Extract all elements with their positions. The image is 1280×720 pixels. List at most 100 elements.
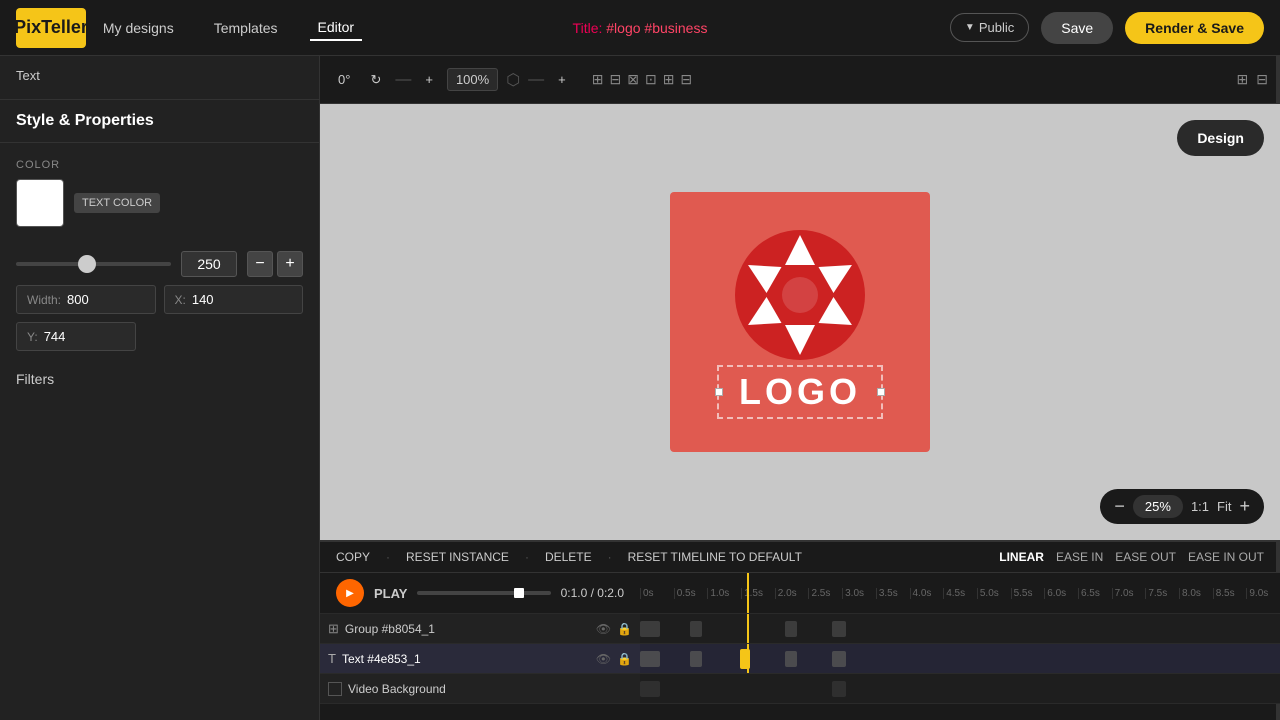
track-text-timeline[interactable] xyxy=(640,644,1280,674)
handle-mr[interactable] xyxy=(877,388,885,396)
logo[interactable]: PixTeller xyxy=(16,8,86,48)
keyframe-block-g1 xyxy=(640,621,660,637)
reset-instance-action[interactable]: RESET INSTANCE xyxy=(406,550,509,564)
timeline-scrubber[interactable] xyxy=(417,591,550,595)
canvas-card[interactable]: LOGO xyxy=(670,192,930,452)
mark-65s: 6.5s xyxy=(1078,588,1112,599)
mark-35s: 3.5s xyxy=(876,588,910,599)
text-section: Text xyxy=(0,56,319,100)
delete-action[interactable]: DELETE xyxy=(545,550,592,564)
zoom-out-button[interactable]: − xyxy=(1114,496,1125,517)
dims-row: Width: 800 X: 140 xyxy=(0,285,319,322)
play-label: PLAY xyxy=(374,586,407,601)
nav-editor[interactable]: Editor xyxy=(310,15,363,41)
ease-in-out-button[interactable]: EASE IN OUT xyxy=(1188,550,1264,564)
play-button[interactable]: ▶ xyxy=(336,579,364,607)
zoom-plus-button[interactable]: + xyxy=(552,68,572,91)
keyframe-block-v2 xyxy=(832,681,846,697)
zoom-percentage: 100% xyxy=(447,68,498,91)
size-input[interactable]: 250 xyxy=(181,251,237,277)
keyframe-block-g3 xyxy=(785,621,797,637)
render-save-button[interactable]: Render & Save xyxy=(1125,12,1264,44)
zoom-ratio: 1:1 xyxy=(1191,499,1209,514)
title-display: Title: #logo #business xyxy=(573,20,708,36)
nav-links: My designs Templates Editor xyxy=(95,15,362,41)
x-box: X: 140 xyxy=(164,285,304,314)
zoom-in-button[interactable]: + xyxy=(1239,496,1250,517)
ease-controls: LINEAR EASE IN EASE OUT EASE IN OUT xyxy=(999,550,1264,564)
keyframe-block-t1 xyxy=(640,651,660,667)
mark-85s: 8.5s xyxy=(1213,588,1247,599)
y-box: Y: 744 xyxy=(16,322,136,351)
align-bottom-icon[interactable]: ⊟ xyxy=(680,71,692,88)
x-label: X: xyxy=(175,293,186,307)
group-icon: ⊞ xyxy=(328,621,339,637)
track-group-lock[interactable]: 🔒 xyxy=(617,622,632,636)
align-right-icon[interactable]: ⊠ xyxy=(627,71,639,88)
canvas-container[interactable]: Design xyxy=(320,104,1280,540)
ease-out-button[interactable]: EASE OUT xyxy=(1115,550,1176,564)
logo-text: PixTeller xyxy=(14,17,88,38)
playhead-group xyxy=(747,614,749,643)
mark-8s: 8.0s xyxy=(1179,588,1213,599)
size-increase-button[interactable]: + xyxy=(277,251,303,277)
rotate-button[interactable]: ↻ xyxy=(364,68,387,92)
reset-timeline-action[interactable]: RESET TIMELINE TO DEFAULT xyxy=(628,550,802,564)
nav-templates[interactable]: Templates xyxy=(206,16,286,40)
track-group-name: Group #b8054_1 xyxy=(345,622,435,636)
slider-thumb[interactable] xyxy=(78,255,96,273)
align-center-v-icon[interactable]: ⊞ xyxy=(663,71,675,88)
timeline-ruler: 0s 0.5s 1.0s 1.5s 2.0s 2.5s 3.0s 3.5s 4.… xyxy=(640,584,1280,603)
track-video-timeline[interactable] xyxy=(640,674,1280,704)
linear-button[interactable]: LINEAR xyxy=(999,550,1044,564)
size-decrease-button[interactable]: − xyxy=(247,251,273,277)
mark-3s: 3.0s xyxy=(842,588,876,599)
ease-in-button[interactable]: EASE IN xyxy=(1056,550,1103,564)
slider-row: 250 − + xyxy=(0,243,319,285)
separator1: — xyxy=(395,71,411,89)
nav-right: ▼ Public Save Render & Save xyxy=(950,12,1264,44)
design-button[interactable]: Design xyxy=(1177,120,1264,156)
aperture-icon xyxy=(730,225,870,365)
align-center-h-icon[interactable]: ⊟ xyxy=(609,71,621,88)
track-text-label: T Text #4e853_1 👁 🔒 xyxy=(320,644,640,674)
y-value: 744 xyxy=(44,329,66,344)
align-top-icon[interactable]: ⊡ xyxy=(645,71,657,88)
color-swatch[interactable] xyxy=(16,179,64,227)
title-value: #logo #business xyxy=(606,20,707,36)
mark-9s: 9.0s xyxy=(1246,588,1280,599)
copy-action[interactable]: COPY xyxy=(336,550,370,564)
grid-icon[interactable]: ⊞ xyxy=(1237,71,1249,88)
ruler-area: 0s 0.5s 1.0s 1.5s 2.0s 2.5s 3.0s 3.5s 4.… xyxy=(640,573,1280,614)
zoom-fit-button[interactable]: Fit xyxy=(1217,499,1231,514)
playhead[interactable] xyxy=(747,573,749,613)
mark-45s: 4.5s xyxy=(943,588,977,599)
align-left-icon[interactable]: ⊞ xyxy=(592,71,604,88)
track-video-checkbox[interactable] xyxy=(328,682,342,696)
logo-text-container[interactable]: LOGO xyxy=(717,365,883,419)
text-color-label: TEXT COLOR xyxy=(74,193,160,213)
text-track-icon: T xyxy=(328,651,336,666)
track-video-name: Video Background xyxy=(348,682,446,696)
track-text: T Text #4e853_1 👁 🔒 xyxy=(320,644,1280,674)
nav-my-designs[interactable]: My designs xyxy=(95,16,182,40)
track-group-timeline[interactable] xyxy=(640,614,1280,644)
save-button[interactable]: Save xyxy=(1041,12,1113,44)
settings-icon[interactable]: ⊟ xyxy=(1256,71,1268,88)
track-text-eye[interactable]: 👁 xyxy=(596,652,611,666)
color-section: COLOR TEXT COLOR xyxy=(0,143,319,243)
track-group: ⊞ Group #b8054_1 👁 🔒 xyxy=(320,614,1280,644)
handle-ml[interactable] xyxy=(715,388,723,396)
color-row: TEXT COLOR xyxy=(16,179,303,227)
mark-7s: 7.0s xyxy=(1112,588,1146,599)
track-group-eye[interactable]: 👁 xyxy=(596,622,611,636)
keyframe-block-g4 xyxy=(832,621,846,637)
public-button[interactable]: ▼ Public xyxy=(950,13,1029,42)
text-label: Text xyxy=(16,68,303,83)
size-slider[interactable] xyxy=(16,262,171,266)
time-display: 0:1.0 / 0:2.0 xyxy=(561,586,624,600)
timeline-actions: COPY · RESET INSTANCE · DELETE · RESET T… xyxy=(320,542,1280,573)
track-text-lock[interactable]: 🔒 xyxy=(617,652,632,666)
shrink-button[interactable]: + xyxy=(419,68,439,91)
timeline-player: ▶ PLAY 0:1.0 / 0:2.0 xyxy=(320,573,640,614)
